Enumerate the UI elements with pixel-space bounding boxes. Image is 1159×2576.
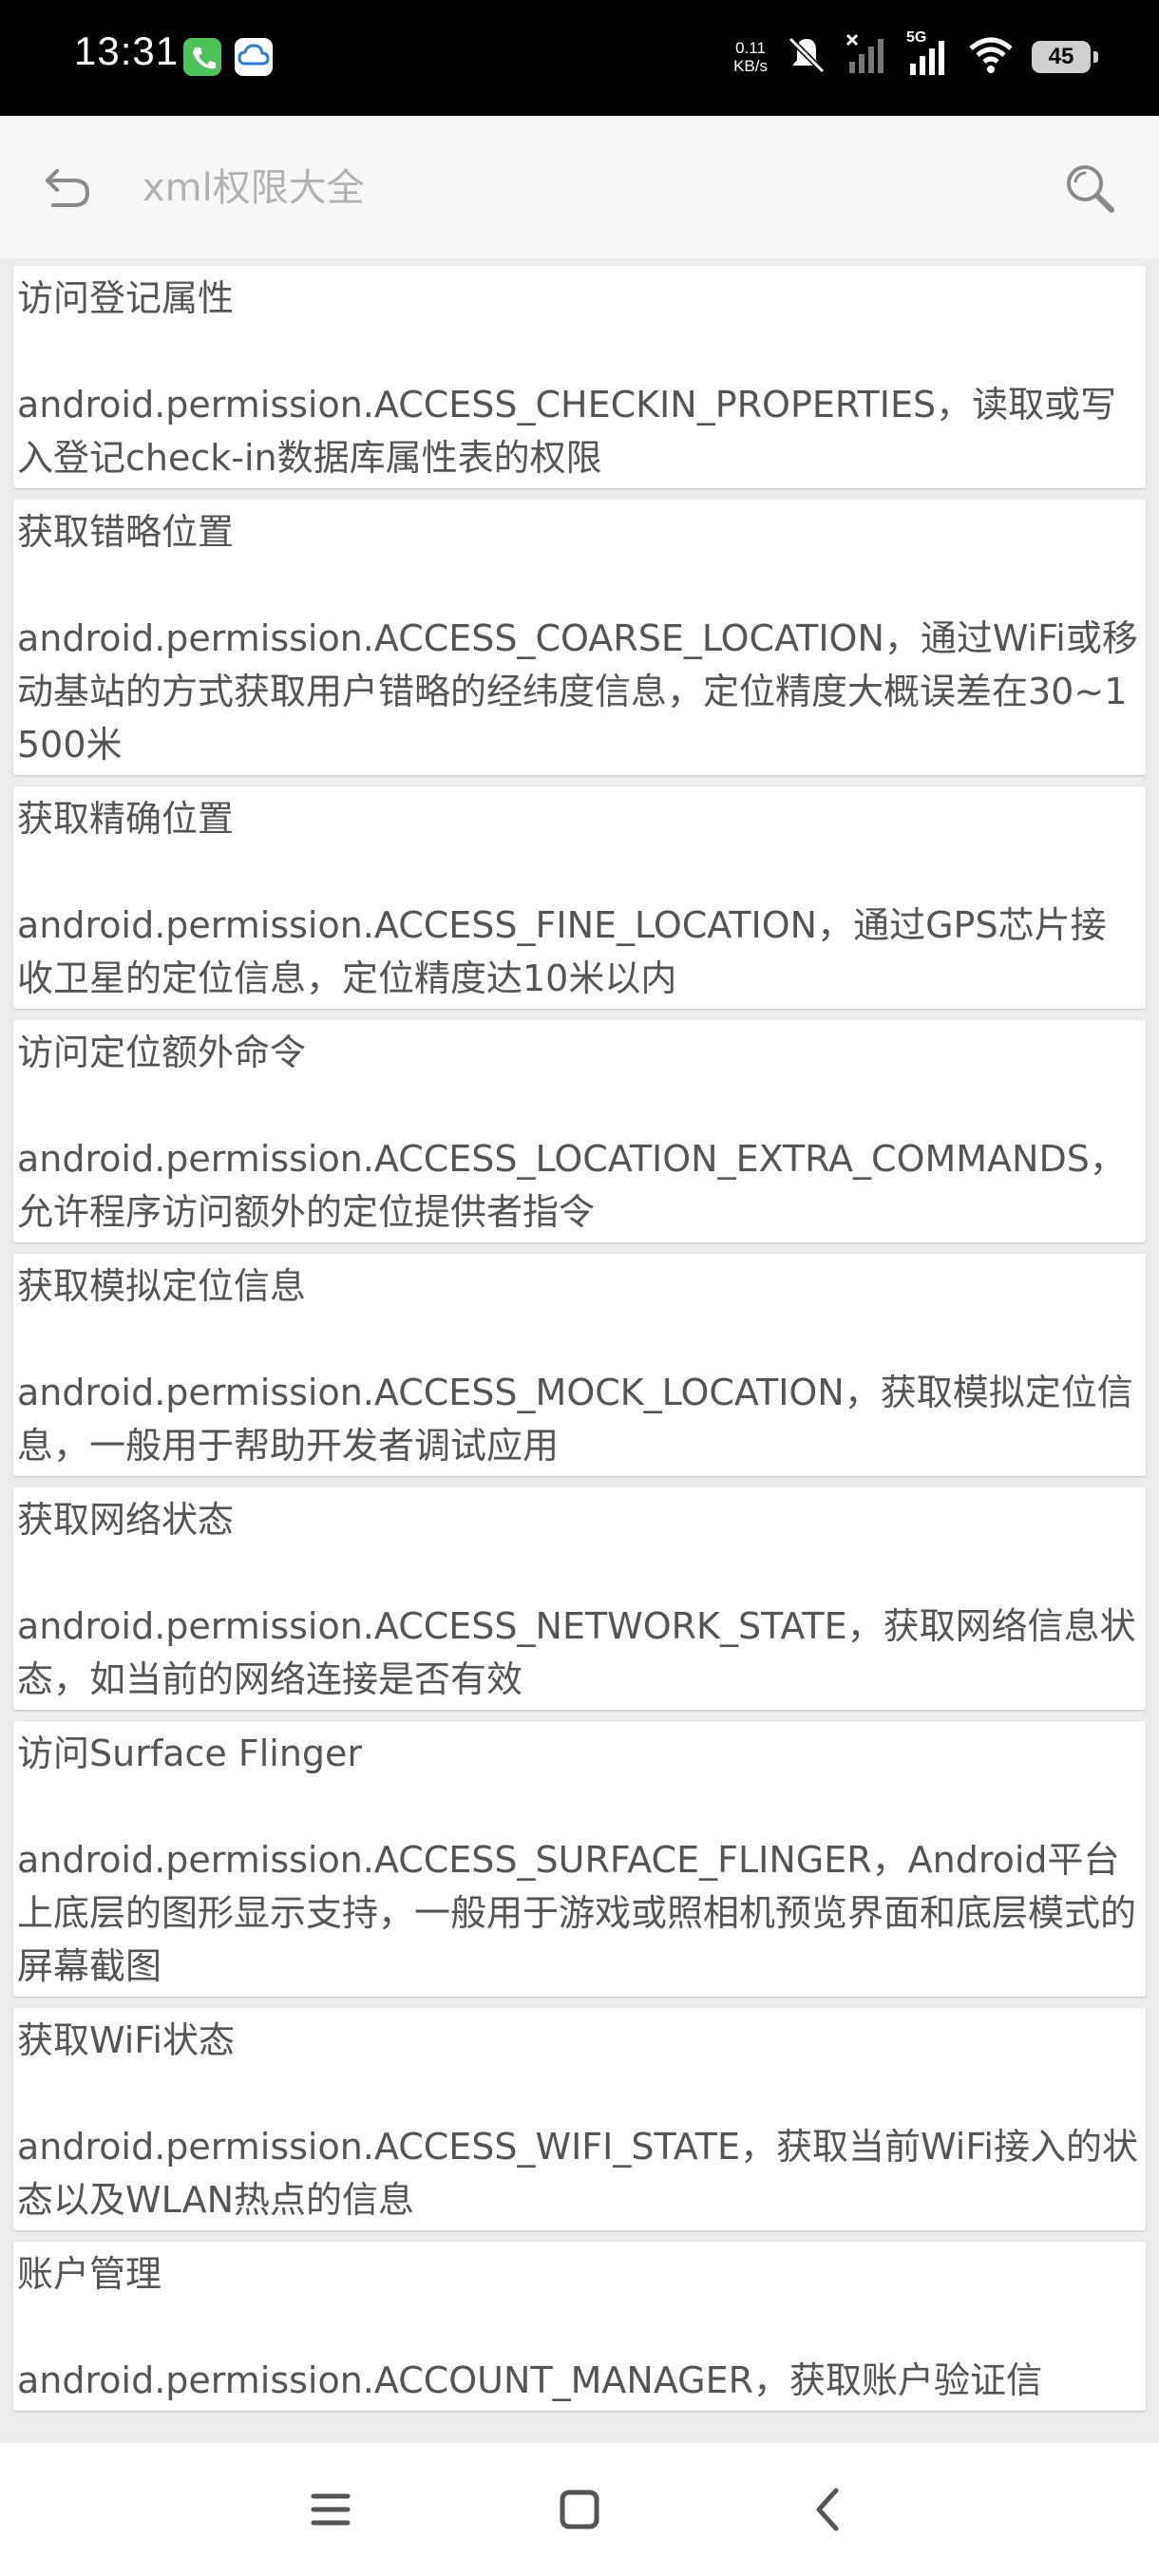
home-icon <box>560 2490 599 2529</box>
list-item[interactable]: 访问登记属性 android.permission.ACCESS_CHECKIN… <box>13 266 1146 488</box>
item-description: android.permission.ACCESS_CHECKIN_PROPER… <box>17 384 1117 479</box>
network-speed-value: 0.11 <box>735 39 766 57</box>
home-button[interactable] <box>551 2481 608 2538</box>
nav-back-button[interactable] <box>800 2481 857 2538</box>
list-item[interactable]: 获取错略位置 android.permission.ACCESS_COARSE_… <box>13 500 1146 775</box>
item-description: android.permission.ACCESS_COARSE_LOCATIO… <box>17 617 1138 766</box>
item-title: 获取精确位置 <box>17 798 235 840</box>
item-title: 获取网络状态 <box>17 1499 235 1541</box>
item-title: 获取模拟定位信息 <box>17 1265 307 1307</box>
item-title: 账户管理 <box>17 2253 162 2295</box>
network-speed-unit: KB/s <box>733 57 768 75</box>
list-item[interactable]: 获取模拟定位信息 android.permission.ACCESS_MOCK_… <box>13 1254 1146 1476</box>
search-button[interactable] <box>1062 161 1117 216</box>
status-bar: 13:31 0.11 KB/s 5G 45 <box>0 0 1159 116</box>
list-item[interactable]: 账户管理 android.permission.ACCOUNT_MANAGER，… <box>13 2242 1146 2411</box>
list-item[interactable]: 获取网络状态 android.permission.ACCESS_NETWORK… <box>13 1487 1146 1710</box>
item-description: android.permission.ACCESS_SURFACE_FLINGE… <box>17 1839 1137 1987</box>
item-description: android.permission.ACCESS_WIFI_STATE，获取当… <box>17 2126 1138 2221</box>
network-speed: 0.11 KB/s <box>733 39 768 75</box>
item-title: 获取WiFi状态 <box>17 2019 235 2061</box>
item-description: android.permission.ACCESS_FINE_LOCATION，… <box>17 904 1107 999</box>
list-item[interactable]: 获取精确位置 android.permission.ACCESS_FINE_LO… <box>13 786 1146 1009</box>
item-title: 访问定位额外命令 <box>17 1032 307 1073</box>
item-title: 获取错略位置 <box>17 511 235 553</box>
signal-5g-icon: 5G <box>906 29 950 79</box>
network-type-label: 5G <box>906 29 927 46</box>
recents-button[interactable] <box>302 2481 359 2538</box>
item-title: 访问登记属性 <box>17 277 235 319</box>
item-description: android.permission.ACCESS_LOCATION_EXTRA… <box>17 1138 1126 1233</box>
item-description: android.permission.ACCESS_MOCK_LOCATION，… <box>17 1372 1133 1467</box>
wifi-icon <box>967 33 1015 81</box>
signal-sim1-icon <box>846 33 889 81</box>
search-input[interactable] <box>142 161 922 215</box>
back-chevron-icon <box>816 2488 839 2531</box>
battery-indicator: 45 <box>1032 41 1098 73</box>
status-time: 13:31 <box>74 28 180 73</box>
item-title: 访问Surface Flinger <box>17 1733 363 1774</box>
cloud-app-icon <box>235 38 273 76</box>
item-description: android.permission.ACCOUNT_MANAGER，获取账户验… <box>17 2359 1043 2401</box>
permission-list[interactable]: 访问登记属性 android.permission.ACCESS_CHECKIN… <box>0 258 1159 2443</box>
status-indicators: 0.11 KB/s 5G 45 <box>733 28 1098 85</box>
list-item[interactable]: 访问定位额外命令 android.permission.ACCESS_LOCAT… <box>13 1020 1146 1242</box>
back-arrow-icon <box>46 169 90 207</box>
mute-icon <box>785 33 828 81</box>
system-nav-bar <box>0 2443 1159 2576</box>
phone-app-icon <box>183 38 221 76</box>
item-description: android.permission.ACCESS_NETWORK_STATE，… <box>17 1605 1136 1700</box>
menu-icon <box>311 2493 351 2526</box>
list-item[interactable]: 获取WiFi状态 android.permission.ACCESS_WIFI_… <box>13 2008 1146 2230</box>
list-item[interactable]: 访问Surface Flinger android.permission.ACC… <box>13 1721 1146 1997</box>
back-button[interactable] <box>40 161 97 215</box>
search-toolbar <box>0 116 1159 258</box>
search-icon <box>1067 165 1114 213</box>
